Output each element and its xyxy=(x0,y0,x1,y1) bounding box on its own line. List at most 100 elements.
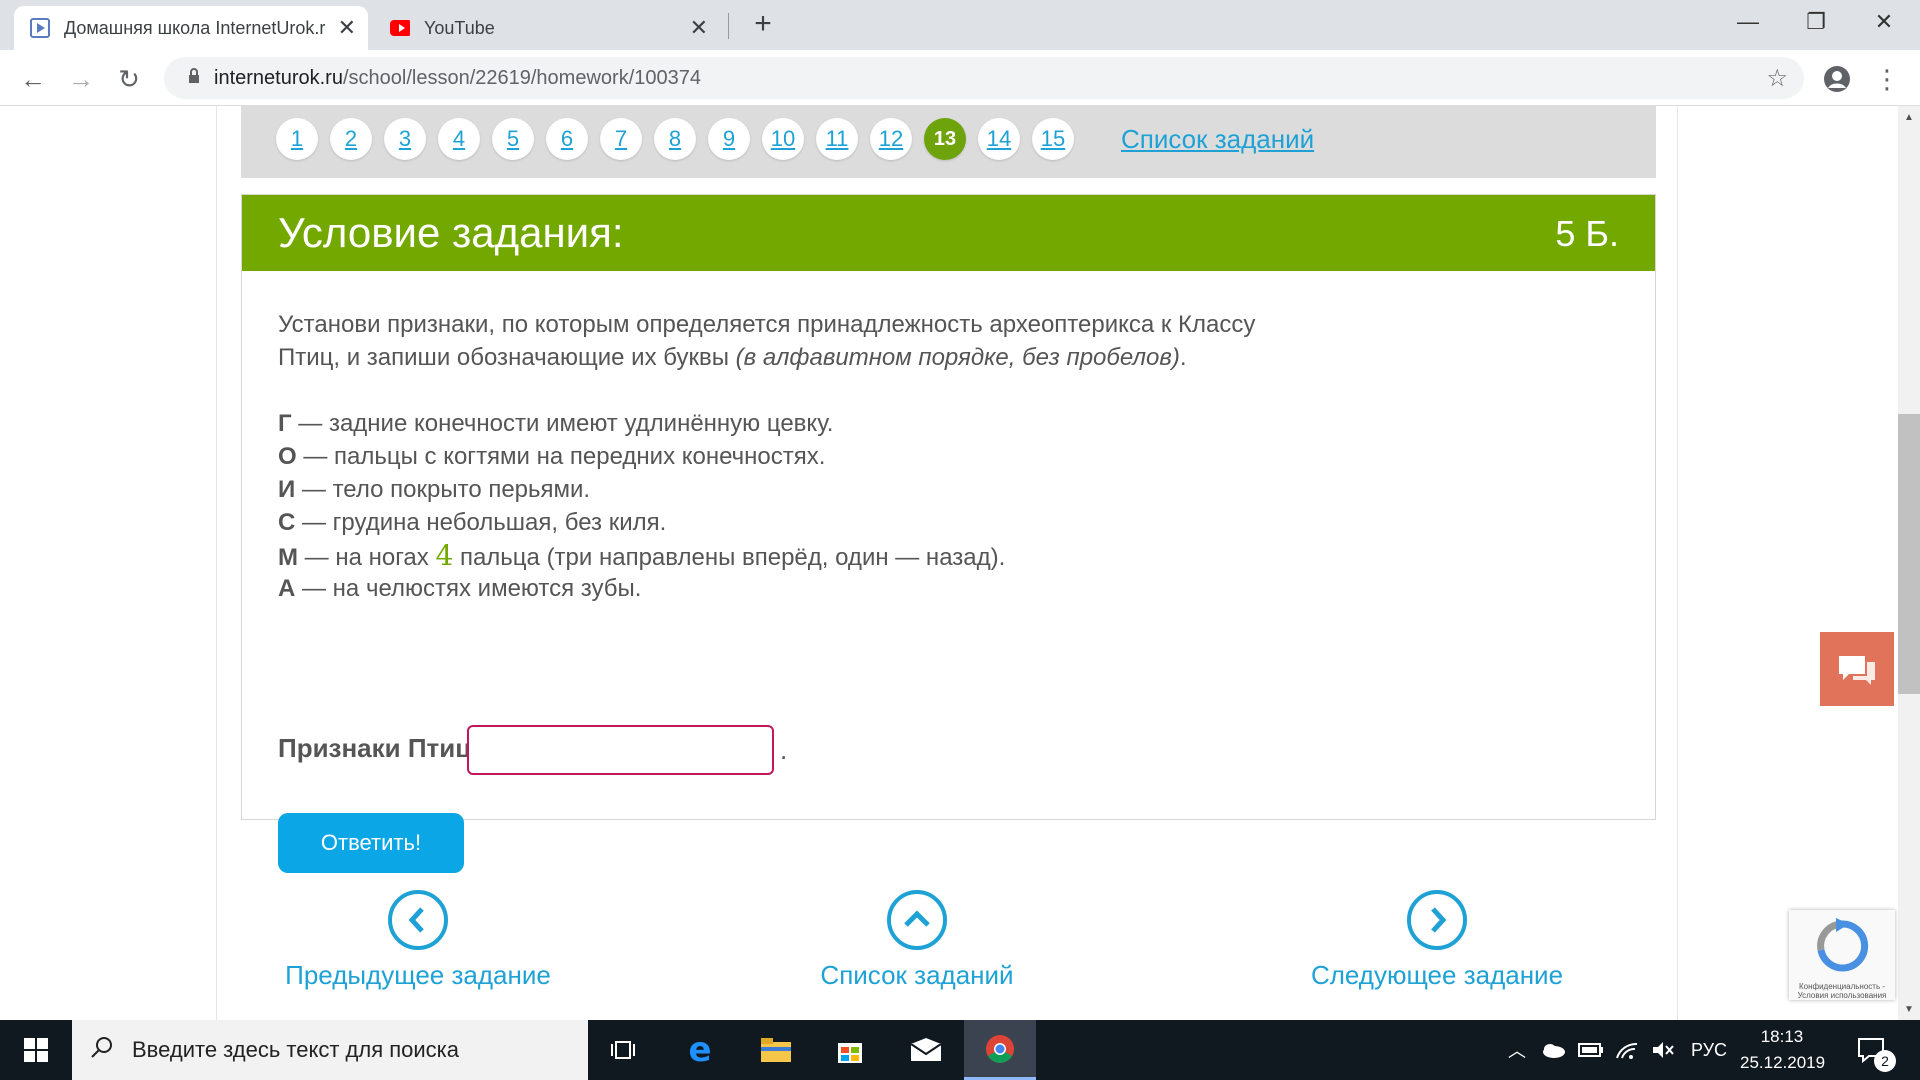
option-text: — пальцы с когтями на передних конечност… xyxy=(296,443,826,470)
task-number-15[interactable]: 15 xyxy=(1032,118,1074,160)
notifications-icon[interactable]: 2 xyxy=(1842,1020,1902,1080)
option-text: — тело покрыто перьями. xyxy=(295,476,591,503)
minimize-icon[interactable]: — xyxy=(1714,0,1782,44)
close-tab-icon[interactable]: ✕ xyxy=(338,15,356,41)
taskbar-clock[interactable]: 18:13 25.12.2019 xyxy=(1740,1024,1825,1076)
task-number-9[interactable]: 9 xyxy=(708,118,750,160)
scroll-up-icon[interactable]: ▲ xyxy=(1898,108,1920,126)
menu-dots-icon[interactable]: ⋮ xyxy=(1870,62,1904,96)
option-letter: А xyxy=(278,575,296,602)
language-indicator[interactable]: РУС xyxy=(1684,1020,1734,1080)
store-icon[interactable] xyxy=(820,1020,880,1080)
wifi-icon[interactable] xyxy=(1610,1020,1644,1080)
chat-button[interactable] xyxy=(1820,632,1894,706)
tab-interneturok[interactable]: Домашняя школа InternetUrok.r ✕ xyxy=(14,6,368,50)
search-icon xyxy=(72,1035,132,1066)
option-letter: С xyxy=(278,509,296,536)
close-tab-icon[interactable]: ✕ xyxy=(690,15,708,41)
prev-task-label[interactable]: Предыдущее задание xyxy=(283,960,553,991)
lock-icon xyxy=(174,67,214,89)
battery-icon[interactable] xyxy=(1574,1020,1608,1080)
clock-time: 18:13 xyxy=(1760,1027,1804,1046)
scroll-down-icon[interactable]: ▼ xyxy=(1898,1000,1920,1018)
option-text: пальца (три направлены вперёд, один — на… xyxy=(453,544,1006,571)
task-number-8[interactable]: 8 xyxy=(654,118,696,160)
task-card: Условие задания: 5 Б. Установи признаки,… xyxy=(241,194,1656,873)
next-task-nav[interactable]: Следующее задание xyxy=(1307,890,1567,991)
task-number-3[interactable]: 3 xyxy=(384,118,426,160)
forward-icon[interactable]: → xyxy=(64,62,98,96)
url-host: interneturok.ru xyxy=(214,66,343,89)
option-text: — задние конечности имеют удлинённую цев… xyxy=(291,410,834,437)
address-bar[interactable]: interneturok.ru/school/lesson/22619/home… xyxy=(164,57,1804,99)
option-letter: Г xyxy=(278,410,292,437)
task-list-nav[interactable]: Список заданий xyxy=(797,890,1037,991)
browser-tab-bar: Домашняя школа InternetUrok.r ✕ YouTube … xyxy=(0,0,1920,50)
task-number-12[interactable]: 12 xyxy=(870,118,912,160)
bookmark-star-icon[interactable]: ☆ xyxy=(1766,64,1788,93)
scrollbar-thumb[interactable] xyxy=(1898,414,1920,694)
restore-icon[interactable]: ❐ xyxy=(1782,0,1850,44)
tab-title: Домашняя школа InternetUrok.r xyxy=(64,17,326,38)
task-number-1[interactable]: 1 xyxy=(276,118,318,160)
task-list-link[interactable]: Список заданий xyxy=(1121,124,1314,155)
tab-title: YouTube xyxy=(424,17,495,38)
taskbar-search[interactable]: Введите здесь текст для поиска xyxy=(72,1020,588,1080)
answer-input[interactable] xyxy=(467,725,774,775)
search-placeholder: Введите здесь текст для поиска xyxy=(132,1037,460,1062)
recaptcha-terms[interactable]: Конфиденциальность - Условия использован… xyxy=(1789,982,1895,1000)
task-number-5[interactable]: 5 xyxy=(492,118,534,160)
task-number-4[interactable]: 4 xyxy=(438,118,480,160)
answer-period: . xyxy=(780,735,788,765)
option-a: А — на челюстях имеются зубы. xyxy=(278,575,641,603)
task-number-10[interactable]: 10 xyxy=(762,118,804,160)
new-tab-button[interactable]: + xyxy=(748,6,778,42)
windows-start-icon[interactable] xyxy=(6,1020,66,1080)
prev-task-nav[interactable]: Предыдущее задание xyxy=(283,890,553,991)
option-m: М — на ногах 4 пальца (три направлены вп… xyxy=(278,539,1005,572)
intro-plain: Птиц, и запиши обозначающие их буквы xyxy=(278,344,736,371)
task-score: 5 Б. xyxy=(1555,213,1619,254)
browser-toolbar: ← → ↻ interneturok.ru/school/lesson/2261… xyxy=(0,50,1920,106)
task-card-title: Условие задания: xyxy=(278,209,624,256)
chevron-right-icon[interactable] xyxy=(1407,890,1467,950)
chevron-up-icon[interactable] xyxy=(887,890,947,950)
task-view-icon[interactable] xyxy=(594,1020,654,1080)
reload-icon[interactable]: ↻ xyxy=(112,62,146,96)
notification-count: 2 xyxy=(1874,1050,1896,1072)
windows-taskbar: Введите здесь текст для поиска e ︿ РУС 1… xyxy=(0,1020,1920,1080)
submit-answer-button[interactable]: Ответить! xyxy=(278,813,464,873)
task-number-13-current[interactable]: 13 xyxy=(924,118,966,160)
task-number-6[interactable]: 6 xyxy=(546,118,588,160)
option-o: О — пальцы с когтями на передних конечно… xyxy=(278,443,825,471)
task-number-14[interactable]: 14 xyxy=(978,118,1020,160)
task-number-7[interactable]: 7 xyxy=(600,118,642,160)
task-intro-line-1: Установи признаки, по которым определяет… xyxy=(278,311,1256,338)
back-icon[interactable]: ← xyxy=(16,62,50,96)
tab-youtube[interactable]: YouTube ✕ xyxy=(374,6,720,50)
task-intro-line-2: Птиц, и запиши обозначающие их буквы (в … xyxy=(278,344,1187,372)
onedrive-icon[interactable] xyxy=(1536,1020,1570,1080)
task-number-bar: 1 2 3 4 5 6 7 8 9 10 11 12 13 14 15 Спис… xyxy=(241,106,1656,178)
chrome-taskbar-icon[interactable] xyxy=(964,1020,1036,1080)
close-window-icon[interactable]: ✕ xyxy=(1850,0,1918,44)
recaptcha-icon xyxy=(1817,918,1869,972)
profile-icon[interactable] xyxy=(1820,62,1854,96)
option-s: С — грудина небольшая, без киля. xyxy=(278,509,666,537)
url-path: /school/lesson/22619/homework/100374 xyxy=(342,66,701,89)
option-letter: М xyxy=(278,544,298,571)
file-explorer-icon[interactable] xyxy=(746,1020,806,1080)
intro-end: . xyxy=(1179,344,1187,371)
option-i: И — тело покрыто перьями. xyxy=(278,476,590,504)
play-icon xyxy=(30,18,50,38)
task-number-11[interactable]: 11 xyxy=(816,118,858,160)
edge-icon[interactable]: e xyxy=(670,1020,730,1080)
tray-chevron-icon[interactable]: ︿ xyxy=(1502,1020,1532,1080)
next-task-label[interactable]: Следующее задание xyxy=(1307,960,1567,991)
task-list-label[interactable]: Список заданий xyxy=(797,960,1037,991)
volume-muted-icon[interactable] xyxy=(1646,1020,1680,1080)
mail-icon[interactable] xyxy=(896,1020,956,1080)
option-text: — грудина небольшая, без киля. xyxy=(295,509,667,536)
task-number-2[interactable]: 2 xyxy=(330,118,372,160)
chevron-left-icon[interactable] xyxy=(388,890,448,950)
